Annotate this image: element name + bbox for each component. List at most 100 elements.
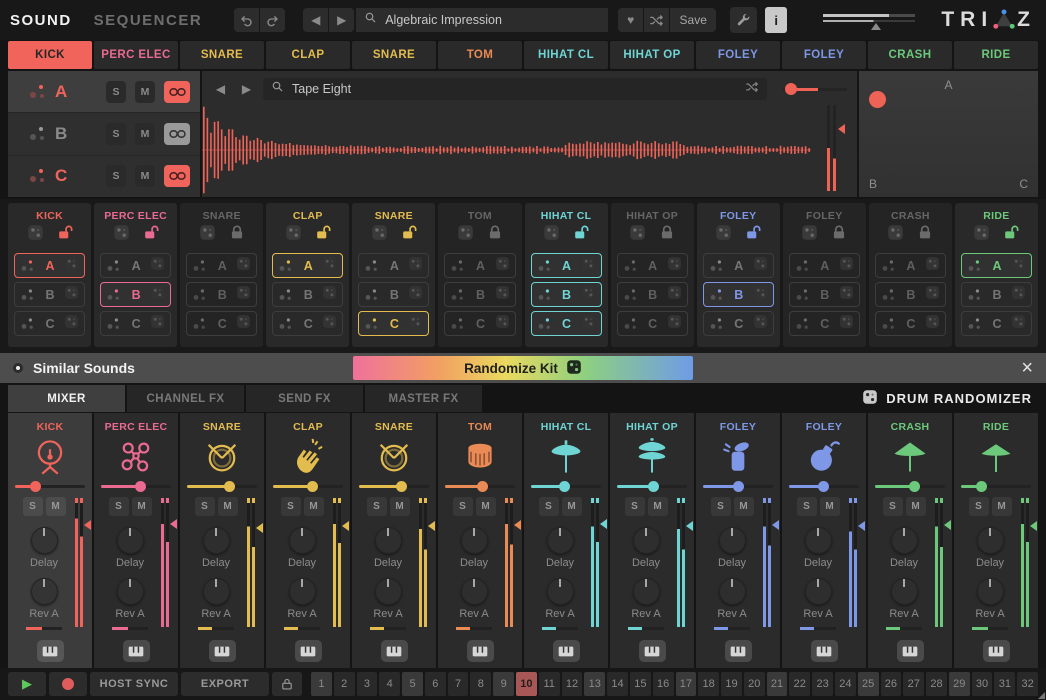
- lock-open-icon[interactable]: [573, 225, 589, 245]
- lock-open-icon[interactable]: [315, 225, 331, 245]
- random-sample-icon[interactable]: [745, 80, 759, 99]
- tab-mixer[interactable]: MIXER: [8, 385, 125, 412]
- volume-slider-handle[interactable]: [559, 481, 570, 492]
- solo-button[interactable]: S: [367, 497, 387, 516]
- step-7[interactable]: 7: [448, 672, 469, 696]
- delay-knob[interactable]: [117, 527, 144, 554]
- slot-c-selector[interactable]: C: [789, 311, 860, 336]
- dice-icon[interactable]: [64, 256, 79, 276]
- solo-button[interactable]: S: [969, 497, 989, 516]
- sample-volume-handle[interactable]: [785, 83, 797, 95]
- volume-slider-handle[interactable]: [733, 481, 744, 492]
- mute-button[interactable]: M: [390, 497, 410, 516]
- reverb-knob[interactable]: [891, 578, 918, 605]
- step-24[interactable]: 24: [835, 672, 856, 696]
- track-tab-10-crash[interactable]: CRASH: [868, 41, 952, 69]
- slot-c-selector[interactable]: C: [875, 311, 946, 336]
- volume-slider-handle[interactable]: [648, 481, 659, 492]
- link-button[interactable]: [164, 165, 190, 187]
- dice-icon[interactable]: [495, 314, 510, 334]
- dice-icon[interactable]: [322, 256, 337, 276]
- dice-icon[interactable]: [581, 285, 596, 305]
- dice-icon[interactable]: [408, 314, 423, 334]
- dice-icon[interactable]: [150, 285, 165, 305]
- volume-slider-handle[interactable]: [818, 481, 829, 492]
- dice-icon[interactable]: [322, 285, 337, 305]
- resize-handle[interactable]: [1038, 692, 1045, 699]
- lock-closed-icon[interactable]: [917, 225, 933, 245]
- info-button[interactable]: i: [765, 7, 787, 33]
- track-tab-9-foley[interactable]: FOLEY: [782, 41, 866, 69]
- step-32[interactable]: 32: [1017, 672, 1038, 696]
- slot-b-selector[interactable]: B: [531, 282, 602, 307]
- pad-position-dot[interactable]: [869, 91, 886, 108]
- step-6[interactable]: 6: [425, 672, 446, 696]
- dice-icon[interactable]: [925, 256, 940, 276]
- slot-c-selector[interactable]: C: [444, 311, 515, 336]
- slot-a-selector[interactable]: A: [444, 253, 515, 278]
- lock-open-icon[interactable]: [745, 225, 761, 245]
- dice-icon[interactable]: [839, 285, 854, 305]
- track-tab-2-snare[interactable]: SNARE: [180, 41, 264, 69]
- reverb-knob[interactable]: [375, 578, 402, 605]
- solo-button[interactable]: S: [106, 81, 126, 103]
- step-1[interactable]: 1: [311, 672, 332, 696]
- volume-slider-handle[interactable]: [976, 481, 987, 492]
- delay-knob[interactable]: [31, 527, 58, 554]
- solo-button[interactable]: S: [539, 497, 559, 516]
- keyboard-button[interactable]: [897, 640, 924, 662]
- link-button[interactable]: [164, 123, 190, 145]
- slot-a-selector[interactable]: A: [703, 253, 774, 278]
- slot-c-selector[interactable]: C: [272, 311, 343, 336]
- slot-a-selector[interactable]: A: [961, 253, 1032, 278]
- track-tab-1-perc-elec[interactable]: PERC ELEC: [94, 41, 178, 69]
- reverb-knob[interactable]: [31, 578, 58, 605]
- step-20[interactable]: 20: [744, 672, 765, 696]
- step-10[interactable]: 10: [516, 672, 537, 696]
- dice-icon[interactable]: [150, 314, 165, 334]
- reverb-knob[interactable]: [461, 578, 488, 605]
- solo-button[interactable]: S: [625, 497, 645, 516]
- delay-knob[interactable]: [719, 527, 746, 554]
- dice-icon[interactable]: [973, 224, 990, 246]
- dice-icon[interactable]: [495, 256, 510, 276]
- slot-b-selector[interactable]: B: [444, 282, 515, 307]
- slot-b-selector[interactable]: B: [875, 282, 946, 307]
- lock-open-icon[interactable]: [1003, 225, 1019, 245]
- reverb-knob[interactable]: [117, 578, 144, 605]
- track-tab-7-hihat-op[interactable]: HIHAT OP: [610, 41, 694, 69]
- slot-a-selector[interactable]: A: [617, 253, 688, 278]
- slot-b-selector[interactable]: B: [789, 282, 860, 307]
- step-28[interactable]: 28: [926, 672, 947, 696]
- solo-button[interactable]: S: [106, 165, 126, 187]
- next-sample-button[interactable]: ▶: [234, 77, 259, 101]
- mute-button[interactable]: M: [46, 497, 66, 516]
- solo-button[interactable]: S: [109, 497, 129, 516]
- next-preset-button[interactable]: ▶: [329, 8, 354, 32]
- save-button[interactable]: Save: [670, 8, 716, 32]
- keyboard-button[interactable]: [983, 640, 1010, 662]
- mute-button[interactable]: M: [992, 497, 1012, 516]
- keyboard-button[interactable]: [381, 640, 408, 662]
- solo-button[interactable]: S: [281, 497, 301, 516]
- delay-knob[interactable]: [977, 527, 1004, 554]
- volume-slider-handle[interactable]: [307, 481, 318, 492]
- volume-slider[interactable]: [531, 485, 601, 488]
- slot-a-selector[interactable]: A: [875, 253, 946, 278]
- solo-button[interactable]: S: [797, 497, 817, 516]
- keyboard-button[interactable]: [209, 640, 236, 662]
- slot-c-selector[interactable]: C: [358, 311, 429, 336]
- dice-icon[interactable]: [667, 285, 682, 305]
- mute-button[interactable]: M: [476, 497, 496, 516]
- keyboard-button[interactable]: [295, 640, 322, 662]
- slot-c-selector[interactable]: C: [14, 311, 85, 336]
- slot-b-selector[interactable]: B: [272, 282, 343, 307]
- step-23[interactable]: 23: [812, 672, 833, 696]
- dice-icon[interactable]: [285, 224, 302, 246]
- volume-slider[interactable]: [875, 485, 945, 488]
- dice-icon[interactable]: [581, 314, 596, 334]
- tab-channel-fx[interactable]: CHANNEL FX: [127, 385, 244, 412]
- lock-open-icon[interactable]: [57, 225, 73, 245]
- dice-icon[interactable]: [408, 285, 423, 305]
- lock-open-icon[interactable]: [143, 225, 159, 245]
